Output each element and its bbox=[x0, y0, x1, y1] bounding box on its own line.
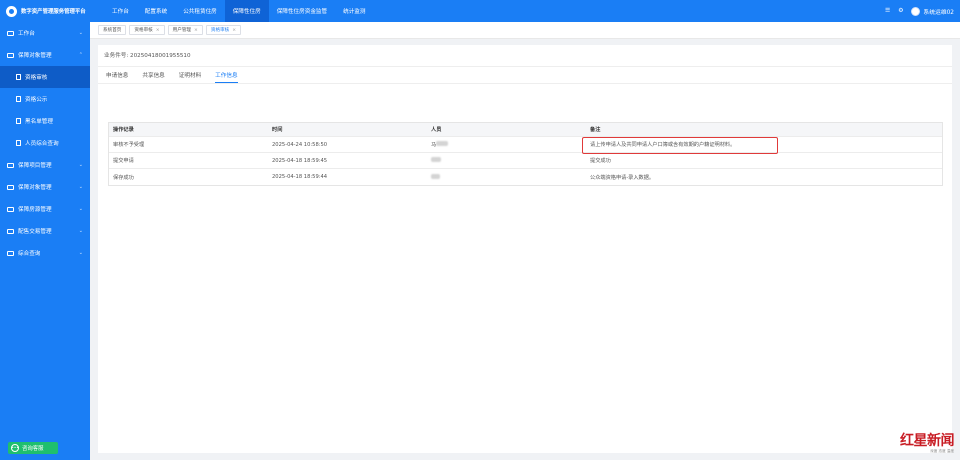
highlight-box bbox=[582, 137, 778, 154]
page-tab-bar: 系统首页 资格审核 × 用户管理 × 资格审核 × bbox=[90, 22, 960, 39]
table-row: 保存成功 2025-04-18 18:59:44 公众端资格申请-录入数据。 bbox=[109, 169, 942, 185]
business-number: 业务件号: 2025041800195551​0 bbox=[104, 53, 191, 59]
app-logo[interactable]: 数字资产管理服务管理平台 bbox=[0, 0, 90, 22]
column-header-action: 操作记录 bbox=[113, 127, 134, 133]
close-icon[interactable]: × bbox=[156, 28, 160, 33]
watermark-slogan: 深度 态度 温度 bbox=[930, 449, 954, 453]
sidebar-item-target-management[interactable]: 保障对象管理 ⌃ bbox=[0, 44, 90, 66]
sidebar-item-qualification-publicity[interactable]: 资格公示 bbox=[0, 88, 90, 110]
settings-icon[interactable]: ⚙ bbox=[898, 8, 903, 14]
close-icon[interactable]: × bbox=[194, 28, 198, 33]
cell-note: 公众端资格申请-录入数据。 bbox=[590, 174, 655, 181]
redacted-name bbox=[431, 173, 440, 179]
sidebar-item-qualification-review[interactable]: 资格审核 bbox=[0, 66, 90, 88]
sidebar-item-target-management-2[interactable]: 保障对象管理 ⌄ bbox=[0, 176, 90, 198]
document-icon bbox=[16, 74, 21, 80]
top-nav-item-public-rental[interactable]: 公共租赁住房 bbox=[175, 0, 225, 22]
redacted-name bbox=[431, 157, 441, 162]
table-header: 操作记录 时间 人员 备注 bbox=[109, 123, 942, 137]
sidebar-item-project-management[interactable]: 保障项目管理 ⌄ bbox=[0, 154, 90, 176]
cell-person bbox=[427, 173, 586, 181]
column-header-note: 备注 bbox=[590, 127, 601, 133]
top-nav-item-workbench[interactable]: 工作台 bbox=[104, 0, 137, 22]
tab-work-info[interactable]: 工作信息 bbox=[215, 71, 238, 83]
cell-time: 2025-04-18 18:59:45 bbox=[272, 157, 328, 164]
chevron-down-icon: ⌄ bbox=[78, 184, 83, 190]
folder-icon bbox=[7, 184, 14, 190]
watermark-logo: 红星新闻 bbox=[900, 433, 955, 449]
folder-icon bbox=[7, 206, 14, 212]
user-menu[interactable]: 系统运维02 bbox=[911, 6, 954, 16]
chevron-up-icon: ⌃ bbox=[78, 52, 83, 58]
top-nav: 工作台 配置系统 公共租赁住房 保障性住房 保障性住房资金监管 统计监测 bbox=[104, 0, 374, 22]
column-header-time: 时间 bbox=[272, 127, 283, 133]
app-title: 数字资产管理服务管理平台 bbox=[21, 9, 86, 15]
redacted-name bbox=[436, 141, 449, 146]
table-row: 提交申请 2025-04-18 18:59:45 提交成功 bbox=[109, 153, 942, 169]
cell-action: 保存成功 bbox=[113, 174, 134, 181]
sidebar-item-housing-source[interactable]: 保障房源管理 ⌄ bbox=[0, 198, 90, 220]
cell-time: 2025-04-18 18:59:44 bbox=[272, 174, 328, 180]
menu-icon[interactable]: ☰ bbox=[885, 8, 890, 14]
chevron-down-icon: ⌄ bbox=[78, 250, 83, 256]
top-nav-item-affordable-housing[interactable]: 保障性住房 bbox=[224, 0, 269, 22]
operation-log-table: 操作记录 时间 人员 备注 审核不予受理 2025-04-24 10:58:50… bbox=[108, 122, 943, 186]
top-nav-item-config[interactable]: 配置系统 bbox=[137, 0, 175, 22]
top-nav-item-fund-supervision[interactable]: 保障性住房资金监管 bbox=[269, 0, 335, 22]
cell-note: 请上传申请人及共同申请人户口簿或含有效期的户籍证明材料。 bbox=[582, 137, 942, 154]
document-icon bbox=[16, 140, 21, 146]
sidebar-item-person-query[interactable]: 人员综合查询 bbox=[0, 132, 90, 154]
cell-note: 提交成功 bbox=[590, 158, 611, 164]
folder-icon bbox=[7, 228, 14, 234]
page-tab-user-management[interactable]: 用户管理 × bbox=[167, 25, 203, 35]
cell-action: 审核不予受理 bbox=[113, 142, 145, 148]
cell-time: 2025-04-24 10:58:50 bbox=[272, 141, 328, 148]
column-header-person: 人员 bbox=[431, 127, 442, 133]
top-nav-item-statistics[interactable]: 统计监测 bbox=[335, 0, 373, 22]
main-content: 业务件号: 2025041800195551​0 申请信息 共享信息 证明材料 … bbox=[98, 45, 952, 453]
folder-icon bbox=[7, 52, 14, 58]
folder-icon bbox=[7, 250, 14, 256]
page-tab-qualification-review-active[interactable]: 资格审核 × bbox=[205, 25, 242, 35]
sidebar-item-comprehensive-query[interactable]: 综合查询 ⌄ bbox=[0, 242, 90, 264]
sidebar-item-blacklist[interactable]: 黑名单管理 bbox=[0, 110, 90, 132]
avatar bbox=[911, 6, 921, 16]
top-bar: 数字资产管理服务管理平台 工作台 配置系统 公共租赁住房 保障性住房 保障性住房… bbox=[0, 0, 960, 22]
tab-proof-materials[interactable]: 证明材料 bbox=[179, 71, 201, 83]
close-icon[interactable]: × bbox=[232, 28, 236, 33]
table-row: 审核不予受理 2025-04-24 10:58:50 马 请上传申请人及共同申请… bbox=[109, 137, 942, 154]
chevron-down-icon: ⌄ bbox=[78, 206, 83, 212]
page-tab-home[interactable]: 系统首页 bbox=[98, 25, 127, 35]
chevron-down-icon: ⌄ bbox=[78, 228, 83, 234]
chevron-down-icon: ⌄ bbox=[78, 30, 83, 36]
top-right-tools: ☰ ⚙ 系统运维02 bbox=[885, 0, 954, 22]
tab-shared-info[interactable]: 共享信息 bbox=[142, 71, 164, 83]
folder-icon bbox=[7, 162, 14, 168]
cell-person bbox=[427, 157, 586, 164]
sidebar-item-workbench[interactable]: 工作台 ⌄ bbox=[0, 22, 90, 44]
chevron-down-icon: ⌄ bbox=[78, 162, 83, 168]
detail-tabs: 申请信息 共享信息 证明材料 工作信息 bbox=[106, 71, 238, 83]
page-tab-qualification-review[interactable]: 资格审核 × bbox=[129, 25, 165, 35]
news-watermark: 红星新闻 深度 态度 温度 bbox=[900, 433, 955, 454]
document-icon bbox=[16, 118, 21, 124]
divider bbox=[98, 66, 952, 67]
customer-service-button[interactable]: ••• 咨询客服 bbox=[8, 442, 58, 454]
business-number-value: 2025041800195551​0 bbox=[130, 53, 191, 59]
divider bbox=[98, 83, 952, 84]
cell-person: 马 bbox=[427, 141, 586, 148]
chat-icon: ••• bbox=[11, 444, 19, 452]
document-icon bbox=[16, 96, 21, 102]
folder-icon bbox=[7, 30, 14, 36]
cell-action: 提交申请 bbox=[113, 158, 134, 164]
sidebar: 工作台 ⌄ 保障对象管理 ⌃ 资格审核 资格公示 黑名单管理 人员综合查询 保障… bbox=[0, 22, 90, 460]
tab-application-info[interactable]: 申请信息 bbox=[106, 71, 128, 83]
sidebar-item-sale-transaction[interactable]: 配售交易管理 ⌄ bbox=[0, 220, 90, 242]
app-logo-icon bbox=[6, 5, 17, 17]
user-name: 系统运维02 bbox=[923, 9, 954, 16]
